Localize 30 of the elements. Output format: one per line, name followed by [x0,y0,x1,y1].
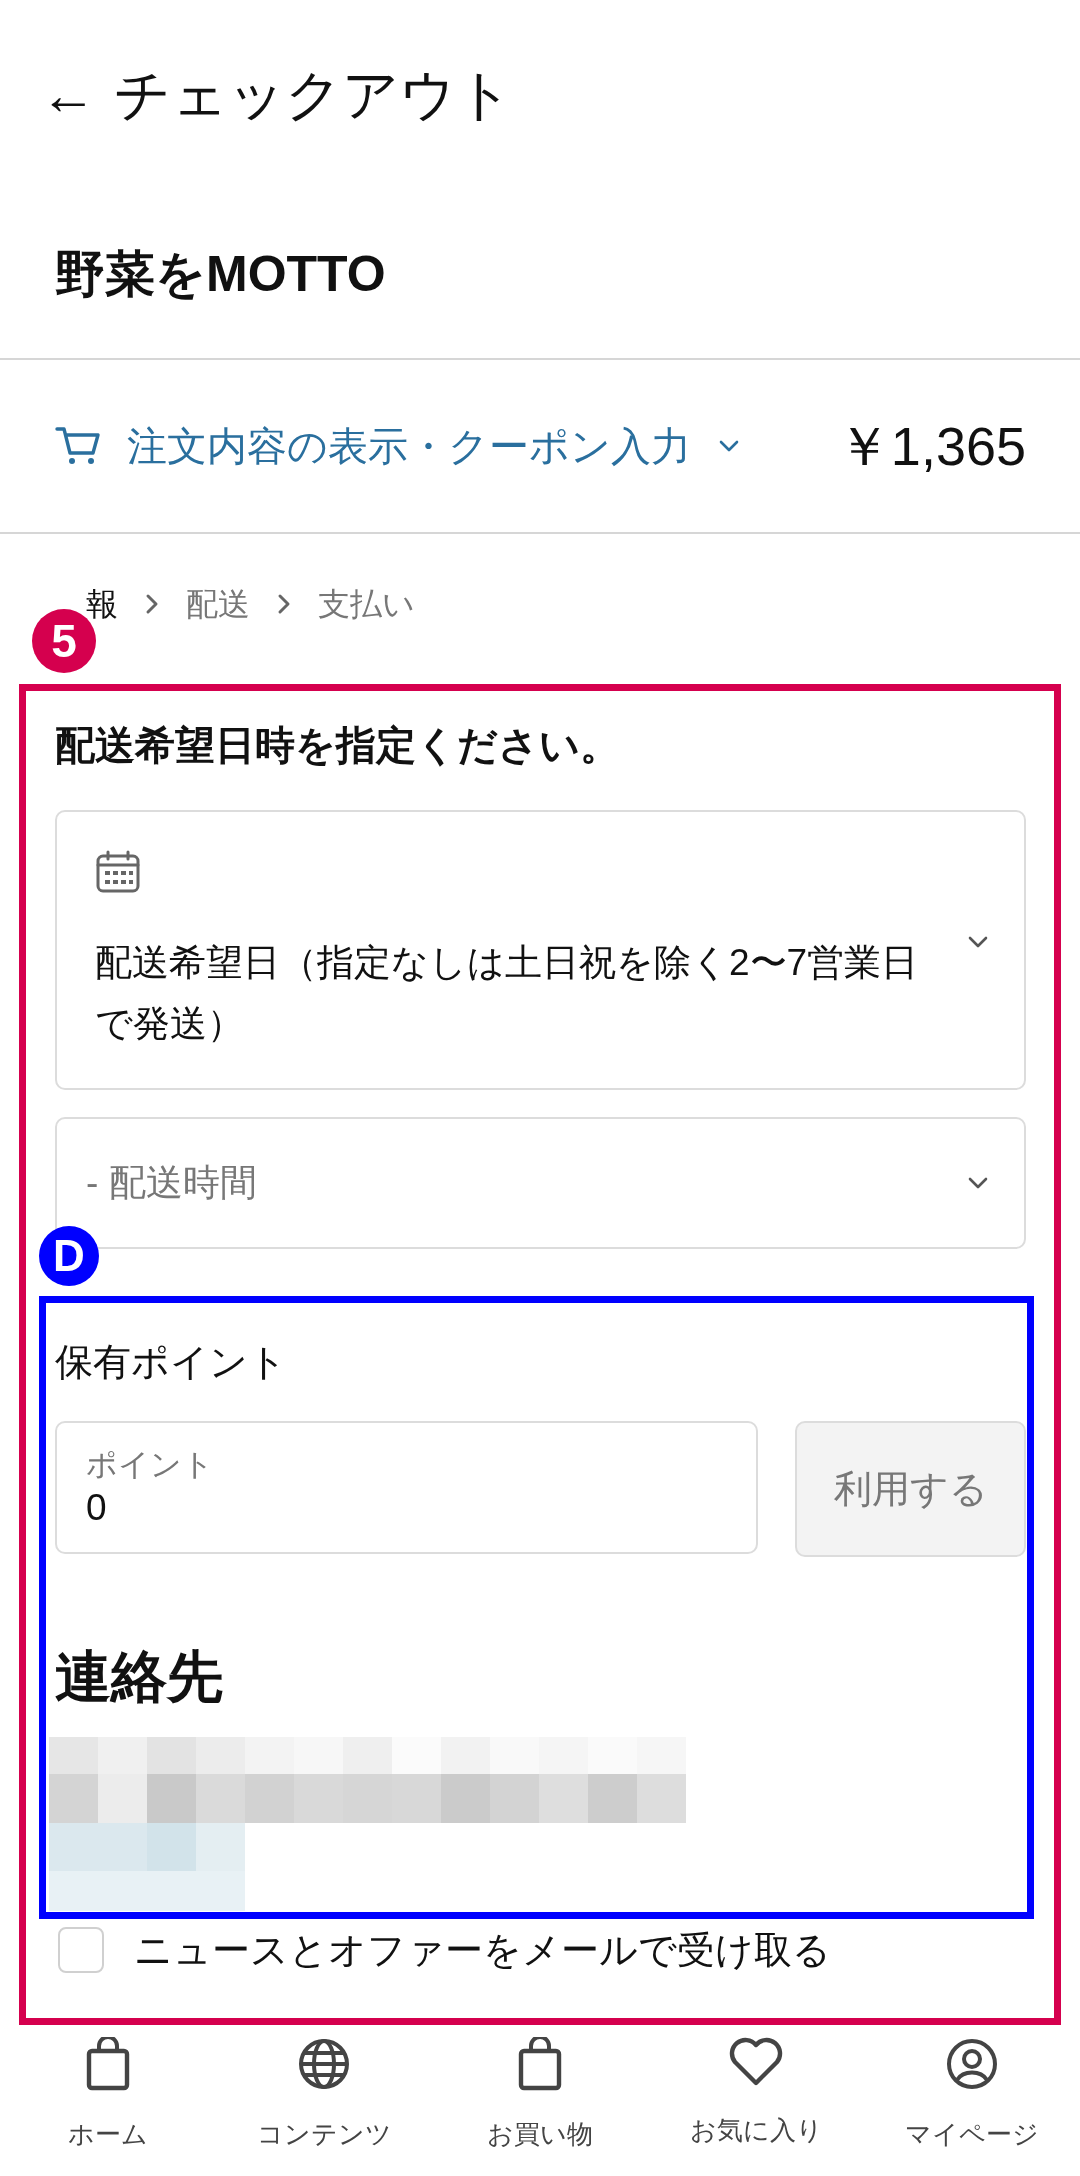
nav-tab[interactable]: ホーム [0,2037,216,2167]
nav-tab[interactable]: お買い物 [432,2037,648,2167]
heart-icon [728,2037,784,2087]
nav-tab[interactable]: お気に入り [648,2037,864,2167]
nav-tab[interactable]: マイページ [864,2037,1080,2167]
chevron-down-icon [966,934,990,950]
cart-icon [55,425,101,467]
page-title: チェックアウト [114,67,513,123]
user-circle-icon [945,2037,999,2091]
calendar-icon [95,850,141,894]
newsletter-checkbox[interactable] [58,1927,104,1973]
order-summary-toggle[interactable]: 注文内容の表示・クーポン入力 [55,425,741,467]
newsletter-label: ニュースとオファーをメールで受け取る [134,1931,831,1969]
store-name: 野菜をMOTTO [55,249,386,299]
order-total: ￥1,365 [836,419,1026,473]
chevron-down-icon [966,1175,990,1191]
points-heading: 保有ポイント [55,1340,288,1385]
delivery-date-select[interactable]: 配送希望日（指定なしは土日祝を除く2〜7営業日で発送） [55,810,1026,1090]
breadcrumb-step[interactable]: 配送 [186,588,250,620]
back-button[interactable]: ← [40,67,96,123]
shopping-bag-icon [516,2037,564,2091]
apply-points-button[interactable]: 利用する [795,1421,1026,1557]
annotation-badge: D [39,1226,99,1286]
shopping-bag-icon [84,2037,132,2091]
breadcrumb-step[interactable]: 支払い [318,588,415,620]
contact-heading: 連絡先 [55,1647,224,1707]
section-heading: 配送希望日時を指定ください。 [55,722,621,769]
points-field[interactable]: ポイント 0 [55,1421,758,1554]
nav-tab[interactable]: コンテンツ [216,2037,432,2167]
globe-icon [297,2037,351,2091]
